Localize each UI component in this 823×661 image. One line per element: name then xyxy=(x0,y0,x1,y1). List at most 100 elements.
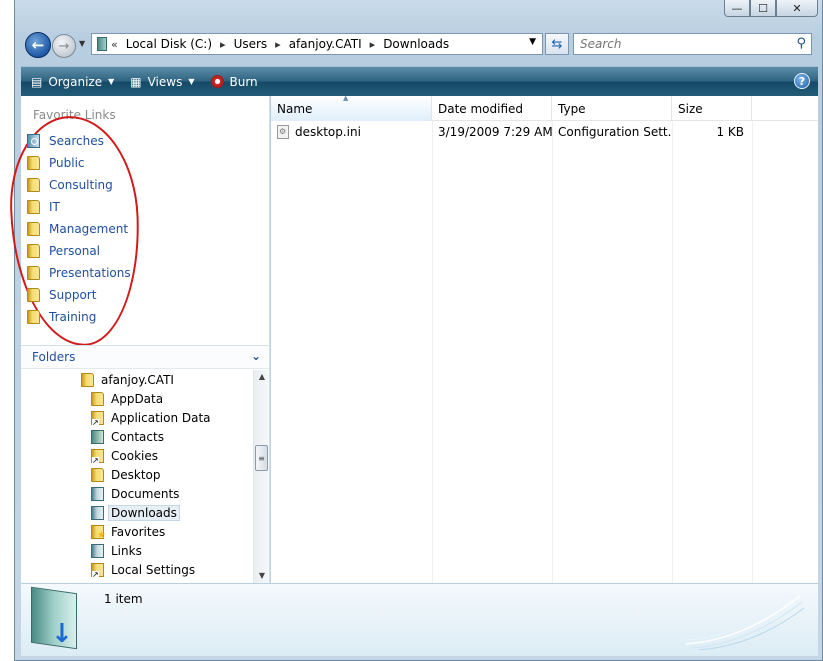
tree-item-favorites[interactable]: Favorites xyxy=(21,522,253,541)
folders-header: Folders xyxy=(32,350,76,364)
folder-icon xyxy=(27,156,40,170)
tree-item-label: Favorites xyxy=(111,524,166,539)
burn-button[interactable]: Burn xyxy=(210,74,258,89)
favorite-link-label: Personal xyxy=(49,244,101,258)
tree-item-downloads[interactable]: Downloads xyxy=(21,503,253,522)
views-button[interactable]: ▦ Views ▼ xyxy=(130,75,194,89)
column-header-name[interactable]: ▲ Name xyxy=(271,94,432,121)
tree-item-desktop[interactable]: Desktop xyxy=(21,465,253,484)
command-toolbar: ▤ Organize ▼ ▦ Views ▼ Burn ? xyxy=(21,66,818,96)
favorite-link-training[interactable]: Training xyxy=(27,306,131,328)
minimize-button[interactable]: — xyxy=(724,0,750,17)
downloads-folder-icon xyxy=(97,37,107,51)
favorite-link-label: Management xyxy=(49,222,129,236)
shortcut-icon xyxy=(91,562,104,579)
back-button[interactable]: ← xyxy=(25,32,51,58)
maximize-button[interactable]: ☐ xyxy=(750,0,776,17)
scrollbar-thumb[interactable]: ≡ xyxy=(255,445,268,471)
search-icon[interactable]: ⚲ xyxy=(796,36,806,51)
tree-item-contacts[interactable]: Contacts xyxy=(21,427,253,446)
chevron-down-icon[interactable]: ▼ xyxy=(188,77,194,86)
explorer-window: — ☐ ✕ ← → ▼ « Local Disk (C:) ▸ Users ▸ … xyxy=(7,0,823,661)
folder-icon xyxy=(27,200,40,214)
favorite-link-personal[interactable]: Personal xyxy=(27,240,131,262)
views-label: Views xyxy=(147,74,183,89)
chevron-down-icon[interactable]: ⌄ xyxy=(251,349,261,363)
column-header-size[interactable]: Size xyxy=(672,96,752,121)
tree-item-label: Links xyxy=(111,543,142,558)
forward-button[interactable]: → xyxy=(52,34,76,58)
favorite-link-support[interactable]: Support xyxy=(27,284,131,306)
file-name-cell: desktop.ini xyxy=(271,125,432,140)
tree-item-local-settings[interactable]: Local Settings xyxy=(21,560,253,579)
favorite-link-it[interactable]: IT xyxy=(27,196,131,218)
address-overflow-chevron[interactable]: « xyxy=(111,38,118,51)
refresh-button[interactable]: ⇆ xyxy=(545,33,569,55)
tree-item-afanjoy-cati[interactable]: afanjoy.CATI xyxy=(21,370,253,389)
tree-item-label: Cookies xyxy=(111,448,158,463)
column-header-type[interactable]: Type xyxy=(552,96,672,121)
tree-item-cookies[interactable]: Cookies xyxy=(21,446,253,465)
favorite-link-label: IT xyxy=(49,200,60,214)
close-button[interactable]: ✕ xyxy=(776,0,818,17)
file-type-cell: Configuration Sett... xyxy=(552,125,672,139)
favorite-link-public[interactable]: Public xyxy=(27,152,131,174)
download-arrow-icon: ↓ xyxy=(51,619,73,649)
search-input[interactable] xyxy=(580,37,780,51)
window-controls: — ☐ ✕ xyxy=(724,0,818,17)
file-date-modified: 3/19/2009 7:29 AM xyxy=(438,125,552,139)
tree-item-documents[interactable]: Documents xyxy=(21,484,253,503)
tree-item-appdata[interactable]: AppData xyxy=(21,389,253,408)
shortcut-icon xyxy=(91,410,104,427)
doc-icon xyxy=(91,486,104,501)
breadcrumb-chevron[interactable]: ▸ xyxy=(220,38,226,51)
address-bar[interactable]: « Local Disk (C:) ▸ Users ▸ afanjoy.CATI… xyxy=(91,33,543,55)
tree-item-label: Downloads xyxy=(108,504,180,521)
search-box[interactable]: ⚲ xyxy=(573,33,812,55)
breadcrumb-afanjoy[interactable]: afanjoy.CATI xyxy=(289,37,362,51)
breadcrumb-chevron[interactable]: ▸ xyxy=(275,38,281,51)
folder-icon xyxy=(27,244,40,258)
decorative-swoosh xyxy=(684,594,804,650)
recent-pages-dropdown[interactable]: ▼ xyxy=(79,39,85,48)
column-headers: ▲ Name Date modified Type Size xyxy=(271,94,818,121)
favorite-link-management[interactable]: Management xyxy=(27,218,131,240)
column-gridlines xyxy=(271,121,818,583)
file-size: 1 KB xyxy=(716,125,744,139)
help-button[interactable]: ? xyxy=(794,73,810,89)
scroll-down-arrow-icon[interactable]: ▼ xyxy=(254,569,270,583)
favorite-link-label: Presentations xyxy=(49,266,131,280)
chevron-down-icon: ▼ xyxy=(108,77,115,86)
tree-item-links[interactable]: Links xyxy=(21,541,253,560)
scroll-up-arrow-icon[interactable]: ▲ xyxy=(254,370,270,384)
favorite-link-label: Searches xyxy=(49,134,104,148)
favorite-link-label: Public xyxy=(49,156,85,170)
sort-ascending-icon: ▲ xyxy=(343,94,349,102)
breadcrumb-downloads[interactable]: Downloads xyxy=(383,37,449,51)
item-count: 1 item xyxy=(104,592,143,606)
breadcrumb-users[interactable]: Users xyxy=(234,37,268,51)
breadcrumb-local-disk[interactable]: Local Disk (C:) xyxy=(126,37,212,51)
favorite-link-presentations[interactable]: Presentations xyxy=(27,262,131,284)
doc-icon xyxy=(91,505,104,520)
tree-item-application-data[interactable]: Application Data xyxy=(21,408,253,427)
file-size-cell: 1 KB xyxy=(672,125,752,139)
tree-item-label: Desktop xyxy=(111,467,161,482)
folder-icon xyxy=(27,288,40,302)
organize-button[interactable]: ▤ Organize ▼ xyxy=(31,75,114,89)
column-header-date-modified[interactable]: Date modified xyxy=(432,96,552,121)
address-dropdown-icon[interactable]: ▼ xyxy=(529,37,536,47)
favorite-link-consulting[interactable]: Consulting xyxy=(27,174,131,196)
favorite-link-searches[interactable]: Searches xyxy=(27,130,131,152)
file-name: desktop.ini xyxy=(295,124,361,139)
burn-label: Burn xyxy=(229,74,258,89)
folders-toggle[interactable]: Folders ⌄ xyxy=(21,345,269,369)
folder-icon xyxy=(27,310,40,324)
breadcrumb-chevron[interactable]: ▸ xyxy=(370,38,376,51)
shortcut-icon xyxy=(91,448,104,465)
file-row[interactable]: desktop.ini 3/19/2009 7:29 AM Configuratio… xyxy=(271,121,818,143)
burn-disc-icon xyxy=(210,75,224,88)
favorite-links-header: Favorite Links xyxy=(33,108,116,122)
folder-tree-scrollbar[interactable]: ▲ ≡ ▼ xyxy=(253,370,269,583)
file-list-pane: ▲ Name Date modified Type Size desktop.i… xyxy=(271,94,818,583)
